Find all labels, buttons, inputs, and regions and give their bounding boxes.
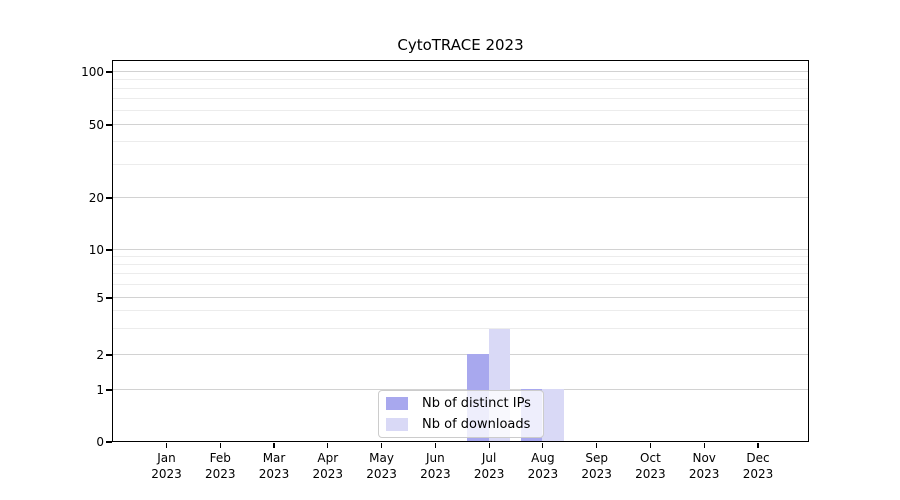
y-tick-mark [106,71,112,73]
y-tick-mark [106,297,112,299]
y-tick-label: 20 [0,189,104,207]
x-tick-mark [596,443,597,448]
x-tick-label: Dec2023 [723,450,793,482]
y-tick-label: 1 [0,381,104,399]
x-tick-mark [381,443,382,448]
gridline-major [113,124,808,125]
gridline-minor [113,328,808,329]
y-tick-mark [106,197,112,199]
gridline-minor [113,284,808,285]
y-tick-mark [106,249,112,251]
x-tick-mark [220,443,221,448]
gridline-minor [113,141,808,142]
gridline-minor [113,256,808,257]
legend-label-downloads: Nb of downloads [422,417,530,432]
bar-downloads [542,389,564,441]
x-tick-mark [489,443,490,448]
x-tick-mark [435,443,436,448]
gridline-major [113,197,808,198]
gridline-minor [113,88,808,89]
gridline-minor [113,273,808,274]
x-tick-mark [273,443,274,448]
x-tick-mark [704,443,705,448]
y-tick-mark [106,124,112,126]
gridline-minor [113,164,808,165]
x-tick-year: 2023 [723,466,793,482]
y-tick-label: 0 [0,433,104,451]
y-tick-mark [106,441,112,443]
figure: CytoTRACE 2023 0125102050100 Jan2023Feb2… [0,0,900,500]
gridline-major [113,71,808,72]
legend-swatch-distinct-ips [386,397,408,410]
x-tick-month: Dec [723,450,793,466]
gridline-major [113,249,808,250]
legend: Nb of distinct IPs Nb of downloads [378,390,544,438]
gridline-minor [113,310,808,311]
y-tick-mark [106,354,112,356]
x-tick-mark [650,443,651,448]
y-tick-mark [106,389,112,391]
x-tick-mark [327,443,328,448]
gridline-minor [113,79,808,80]
plot-area [112,60,809,442]
legend-label-distinct-ips: Nb of distinct IPs [422,396,531,411]
gridline-minor [113,98,808,99]
y-tick-label: 5 [0,289,104,307]
legend-swatch-downloads [386,418,408,431]
y-tick-label: 100 [0,63,104,81]
gridline-major [113,354,808,355]
y-tick-label: 2 [0,346,104,364]
x-tick-mark [542,443,543,448]
y-tick-label: 50 [0,116,104,134]
y-tick-label: 10 [0,241,104,259]
gridline-minor [113,110,808,111]
x-tick-mark [166,443,167,448]
x-tick-mark [757,443,758,448]
gridline-minor [113,264,808,265]
legend-item-distinct-ips: Nb of distinct IPs [386,395,535,412]
legend-item-downloads: Nb of downloads [386,416,535,433]
chart-title: CytoTRACE 2023 [112,36,809,56]
gridline-major [113,297,808,298]
